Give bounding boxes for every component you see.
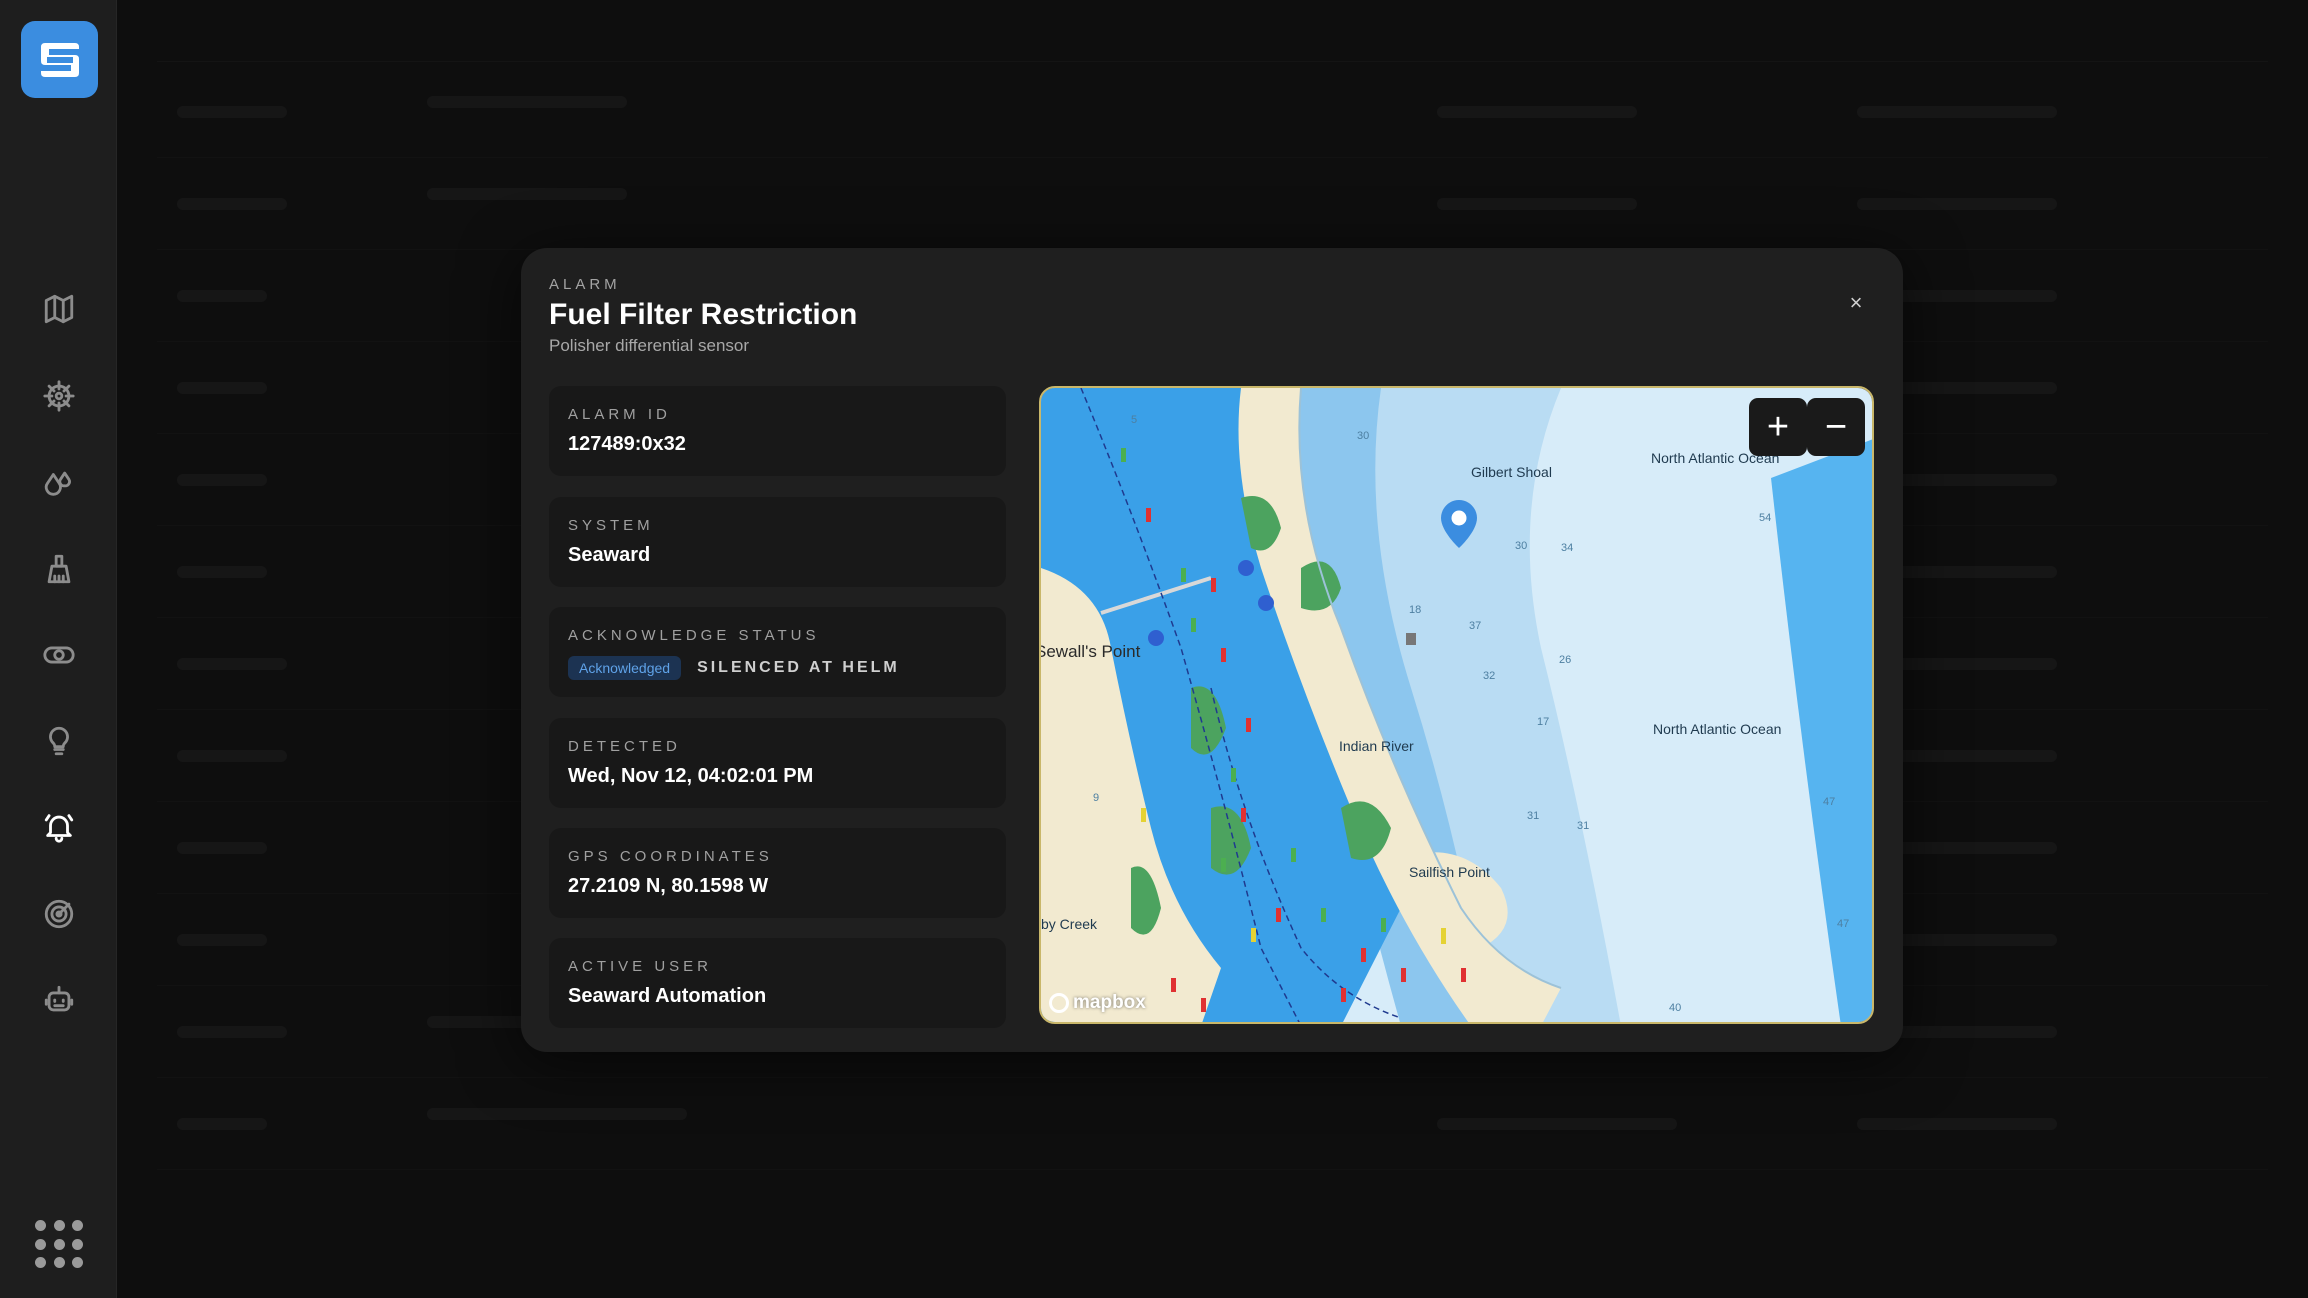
depth-sounding: 34 [1561,542,1574,554]
alarm-detail-modal: ALARM Fuel Filter Restriction Polisher d… [521,248,1903,1052]
depth-sounding: 32 [1483,670,1496,682]
fluids-icon[interactable] [36,460,82,506]
modal-eyebrow: ALARM [549,276,621,293]
map-label-sewalls-point: Sewall's Point [1039,642,1141,661]
depth-sounding: 54 [1759,512,1772,524]
cleaning-icon[interactable] [36,546,82,592]
depth-sounding: 40 [1669,1002,1682,1014]
alarm-id-value: 127489:0x32 [568,433,686,455]
map-label-ocean-mid: North Atlantic Ocean [1653,721,1782,737]
mapbox-label: mapbox [1073,992,1146,1013]
detected-value: Wed, Nov 12, 04:02:01 PM [568,765,814,787]
map-label-sailfish-point: Sailfish Point [1409,864,1490,880]
gps-value: 27.2109 N, 80.1598 W [568,875,769,897]
active-user-card: ACTIVE USER Seaward Automation [549,938,1006,1028]
depth-sounding: 37 [1469,620,1482,632]
modal-subtitle: Polisher differential sensor [549,336,750,355]
depth-sounding: 31 [1527,810,1540,822]
alarm-id-card: ALARM ID 127489:0x32 [549,386,1006,476]
location-pin-icon[interactable] [1441,500,1477,548]
depth-sounding: 30 [1515,540,1528,552]
nautical-chart [1041,388,1872,1022]
depth-sounding: 9 [1093,792,1100,804]
map-label-creek: by Creek [1041,916,1098,932]
active-user-label: ACTIVE USER [568,958,713,975]
silenced-status: SILENCED AT HELM [697,659,900,676]
apps-grid-icon[interactable] [35,1220,85,1270]
map-label-gilbert-shoal: Gilbert Shoal [1471,464,1552,480]
depth-sounding: 30 [1357,430,1370,442]
radar-icon[interactable] [36,891,82,937]
modal-title: Fuel Filter Restriction [549,298,858,331]
active-user-value: Seaward Automation [568,985,767,1007]
depth-sounding: 31 [1577,820,1590,832]
depth-sounding: 17 [1537,716,1550,728]
system-value: Seaward [568,544,651,566]
detected-card: DETECTED Wed, Nov 12, 04:02:01 PM [549,718,1006,808]
acknowledged-badge: Acknowledged [568,656,682,680]
depth-sounding: 47 [1837,918,1850,930]
logo-icon [40,42,79,77]
depth-sounding: 18 [1409,604,1422,616]
depth-sounding: 26 [1559,654,1572,666]
mapbox-attribution[interactable]: mapbox [1049,992,1146,1014]
depth-sounding: 47 [1823,796,1836,808]
zoom-in-button[interactable]: + [1749,398,1807,456]
alarm-id-label: ALARM ID [568,406,671,423]
lightbulb-icon[interactable] [36,718,82,764]
acknowledge-status-label: ACKNOWLEDGE STATUS [568,627,820,644]
toggle-icon[interactable] [36,632,82,678]
acknowledge-status-card: ACKNOWLEDGE STATUS Acknowledged SILENCED… [549,607,1006,697]
mapbox-logo-icon [1049,993,1069,1013]
sidebar [0,0,117,1298]
gps-card: GPS COORDINATES 27.2109 N, 80.1598 W [549,828,1006,918]
detected-label: DETECTED [568,738,681,755]
map-label-indian-river: Indian River [1339,738,1414,754]
alarm-bell-icon[interactable] [36,804,82,850]
helm-icon[interactable] [36,373,82,419]
acknowledge-status-row: Acknowledged SILENCED AT HELM [568,656,900,680]
system-label: SYSTEM [568,517,654,534]
zoom-out-button[interactable]: − [1807,398,1865,456]
depth-sounding: 5 [1131,414,1138,426]
system-card: SYSTEM Seaward [549,497,1006,587]
nautical-map[interactable]: Gilbert Shoal North Atlantic Ocean North… [1039,386,1874,1024]
close-icon[interactable]: × [1841,288,1871,318]
robot-icon[interactable] [36,977,82,1023]
app-logo[interactable] [21,21,98,98]
gps-label: GPS COORDINATES [568,848,773,865]
map-icon[interactable] [36,286,82,332]
